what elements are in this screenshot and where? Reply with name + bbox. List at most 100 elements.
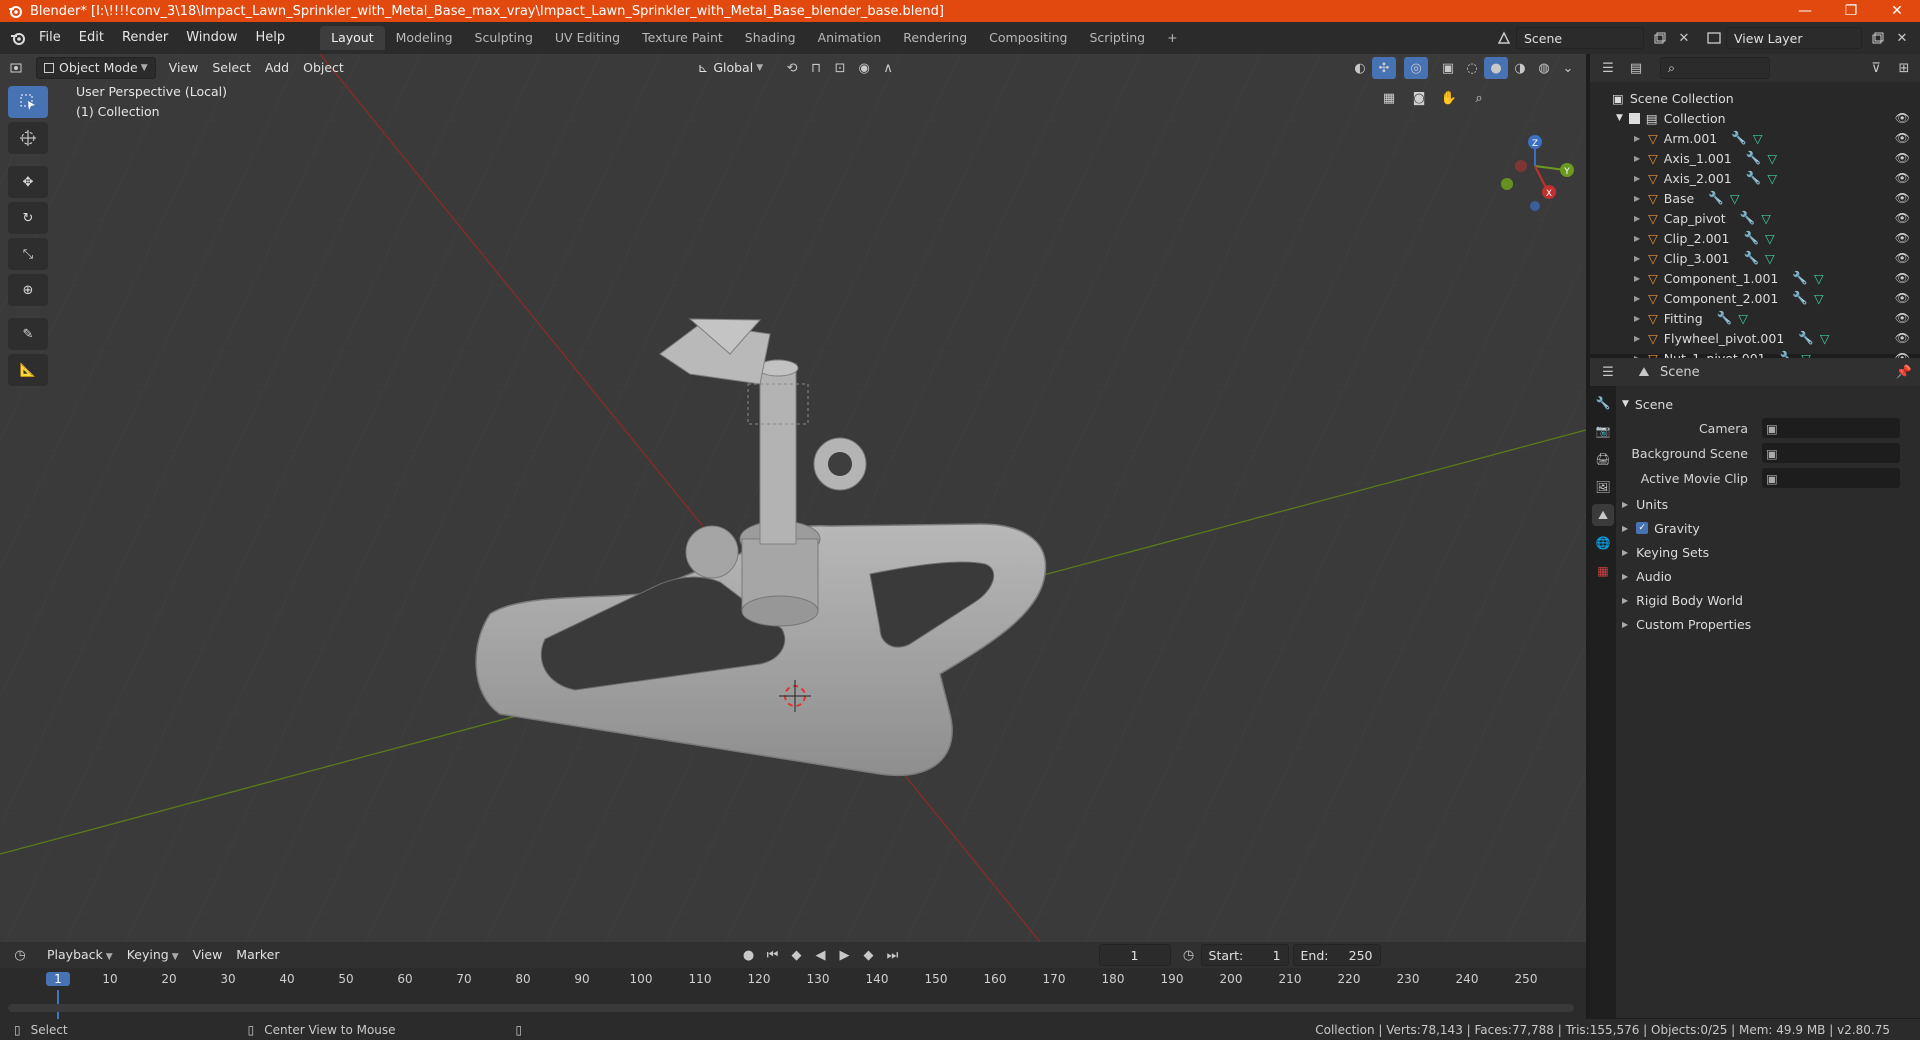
editor-type-icon[interactable] xyxy=(6,57,30,79)
filter-icon[interactable]: ⊽ xyxy=(1864,57,1888,79)
pan-hand-icon[interactable]: ✋ xyxy=(1435,84,1463,112)
eye-icon[interactable]: 👁 xyxy=(1895,311,1910,325)
expand-arrow-icon[interactable]: ▶ xyxy=(1634,234,1640,243)
menu-keying[interactable]: Keying ▼ xyxy=(120,944,186,966)
tool-tab-icon[interactable]: 🔧 xyxy=(1592,392,1614,414)
outliner-item[interactable]: ▶ ▽ Component_2.001 🔧 ▽ 👁 xyxy=(1590,288,1920,308)
outliner-search-input[interactable]: ⌕ xyxy=(1660,57,1770,79)
rendered-shading-icon[interactable]: ◍ xyxy=(1532,57,1556,79)
select-box-tool[interactable] xyxy=(8,86,48,118)
expand-arrow-icon[interactable]: ▶ xyxy=(1634,134,1640,143)
eye-icon[interactable]: 👁 xyxy=(1895,211,1910,225)
delete-view-layer-icon[interactable]: ✕ xyxy=(1890,27,1914,49)
tab-compositing[interactable]: Compositing xyxy=(978,26,1078,50)
delete-scene-icon[interactable]: ✕ xyxy=(1672,27,1696,49)
tab-rendering[interactable]: Rendering xyxy=(892,26,978,50)
shading-options-icon[interactable]: ⌄ xyxy=(1556,57,1580,79)
collection-checkbox[interactable] xyxy=(1628,112,1640,124)
expand-arrow-icon[interactable]: ▶ xyxy=(1634,154,1640,163)
outliner-item[interactable]: ▶ ▽ Clip_2.001 🔧 ▽ 👁 xyxy=(1590,228,1920,248)
proportional-editing-icon[interactable]: ◉ xyxy=(852,57,876,79)
transform-tool[interactable]: ⊕ xyxy=(8,274,48,306)
solid-shading-icon[interactable]: ● xyxy=(1484,57,1508,79)
record-icon[interactable]: ● xyxy=(737,944,761,966)
new-scene-icon[interactable] xyxy=(1648,27,1672,49)
tab-layout[interactable]: Layout xyxy=(320,26,385,50)
timeline-ruler[interactable]: 1 10 20 30 40 50 60 70 80 90 100 110 120 130 140 150 160… xyxy=(0,968,1586,1022)
outliner-item[interactable]: ▶ ▽ Cap_pivot 🔧 ▽ 👁 xyxy=(1590,208,1920,228)
outliner-item[interactable]: ▶ ▽ Fitting 🔧 ▽ 👁 xyxy=(1590,308,1920,328)
play-reverse-icon[interactable]: ◀ xyxy=(809,944,833,966)
eye-icon[interactable]: 👁 xyxy=(1895,231,1910,245)
properties-section[interactable]: ▶ Custom Properties xyxy=(1616,612,1920,636)
outliner-item[interactable]: ▶ ▽ Clip_3.001 🔧 ▽ 👁 xyxy=(1590,248,1920,268)
jump-end-icon[interactable]: ⏭ xyxy=(881,944,905,966)
menu-object[interactable]: Object xyxy=(296,57,351,79)
zoom-icon[interactable]: ⌕ xyxy=(1465,84,1493,112)
end-frame-field[interactable]: End: 250 xyxy=(1292,944,1381,966)
scene-panel-header[interactable]: ▼ Scene xyxy=(1616,392,1920,416)
menu-edit[interactable]: Edit xyxy=(70,26,113,50)
blender-menu-icon[interactable] xyxy=(6,27,30,49)
menu-view[interactable]: View xyxy=(162,57,206,79)
menu-add[interactable]: Add xyxy=(258,57,296,79)
world-tab-icon[interactable]: 🌐 xyxy=(1592,532,1614,554)
minimize-button[interactable]: — xyxy=(1782,0,1828,22)
eye-icon[interactable]: 👁 xyxy=(1895,251,1910,265)
xray-toggle-icon[interactable]: ▣ xyxy=(1436,57,1460,79)
cursor-tool[interactable] xyxy=(8,122,48,154)
render-tab-icon[interactable]: 📷 xyxy=(1592,420,1614,442)
3d-viewport[interactable]: Z Y X Object Mode ▼ View Select Add Obje… xyxy=(0,54,1586,942)
eye-icon[interactable]: 👁 xyxy=(1895,271,1910,285)
expand-arrow-icon[interactable]: ▶ xyxy=(1634,294,1640,303)
expand-arrow-icon[interactable]: ▶ xyxy=(1634,194,1640,203)
pivot-point-icon[interactable]: ⟲ xyxy=(780,57,804,79)
outliner-item[interactable]: ▶ ▽ Base 🔧 ▽ 👁 xyxy=(1590,188,1920,208)
move-tool[interactable]: ✥ xyxy=(8,166,48,198)
menu-select[interactable]: Select xyxy=(205,57,258,79)
expand-arrow-icon[interactable]: ▶ xyxy=(1634,214,1640,223)
tab-modeling[interactable]: Modeling xyxy=(385,26,464,50)
menu-view-timeline[interactable]: View xyxy=(186,944,230,966)
clock-icon[interactable]: ◷ xyxy=(1177,944,1201,966)
expand-arrow-icon[interactable]: ▶ xyxy=(1634,314,1640,323)
maximize-button[interactable]: ❐ xyxy=(1828,0,1874,22)
outliner-scene-collection[interactable]: ▣ Scene Collection xyxy=(1590,88,1920,108)
property-field[interactable]: ▣ xyxy=(1762,443,1900,463)
eye-icon[interactable]: 👁 xyxy=(1895,331,1910,345)
menu-render[interactable]: Render xyxy=(113,26,177,50)
rotate-tool[interactable]: ↻ xyxy=(8,202,48,234)
snap-target-icon[interactable]: ⊡ xyxy=(828,57,852,79)
mode-selector[interactable]: Object Mode ▼ xyxy=(36,57,156,79)
visibility-icon[interactable]: ◐ xyxy=(1348,57,1372,79)
outliner-item[interactable]: ▶ ▽ Arm.001 🔧 ▽ 👁 xyxy=(1590,128,1920,148)
scale-tool[interactable]: ⤡ xyxy=(8,238,48,270)
menu-help[interactable]: Help xyxy=(247,26,295,50)
tab-scripting[interactable]: Scripting xyxy=(1079,26,1157,50)
expand-arrow-icon[interactable]: ▶ xyxy=(1634,174,1640,183)
outliner-item[interactable]: ▶ ▽ Component_1.001 🔧 ▽ 👁 xyxy=(1590,268,1920,288)
view-layer-tab-icon[interactable]: 🖼 xyxy=(1592,476,1614,498)
outliner-editor-type-icon[interactable]: ☰ xyxy=(1596,57,1620,79)
start-frame-field[interactable]: Start: 1 xyxy=(1200,944,1289,966)
measure-tool[interactable]: 📐 xyxy=(8,354,48,386)
eye-icon[interactable]: 👁 xyxy=(1895,111,1910,125)
output-tab-icon[interactable]: 🖨 xyxy=(1592,448,1614,470)
properties-section[interactable]: ▶ Keying Sets xyxy=(1616,540,1920,564)
menu-window[interactable]: Window xyxy=(177,26,246,50)
properties-section[interactable]: ▶ Audio xyxy=(1616,564,1920,588)
gravity-checkbox[interactable]: ✓ xyxy=(1636,522,1649,534)
expand-arrow-icon[interactable]: ▶ xyxy=(1634,274,1640,283)
snap-icon[interactable]: ⊓ xyxy=(804,57,828,79)
property-field[interactable]: ▣ xyxy=(1762,418,1900,438)
expand-arrow-icon[interactable]: ▼ xyxy=(1616,113,1623,123)
wireframe-shading-icon[interactable]: ◌ xyxy=(1460,57,1484,79)
expand-arrow-icon[interactable]: ▶ xyxy=(1634,254,1640,263)
grid-view-icon[interactable]: ▦ xyxy=(1375,84,1403,112)
texture-tab-icon[interactable]: ▦ xyxy=(1592,560,1614,582)
outliner-item[interactable]: ▶ ▽ Flywheel_pivot.001 🔧 ▽ 👁 xyxy=(1590,328,1920,348)
tab-uv-editing[interactable]: UV Editing xyxy=(544,26,631,50)
properties-section[interactable]: ▶ Rigid Body World xyxy=(1616,588,1920,612)
camera-view-icon[interactable]: ◙ xyxy=(1405,84,1433,112)
next-keyframe-icon[interactable]: ◆ xyxy=(857,944,881,966)
